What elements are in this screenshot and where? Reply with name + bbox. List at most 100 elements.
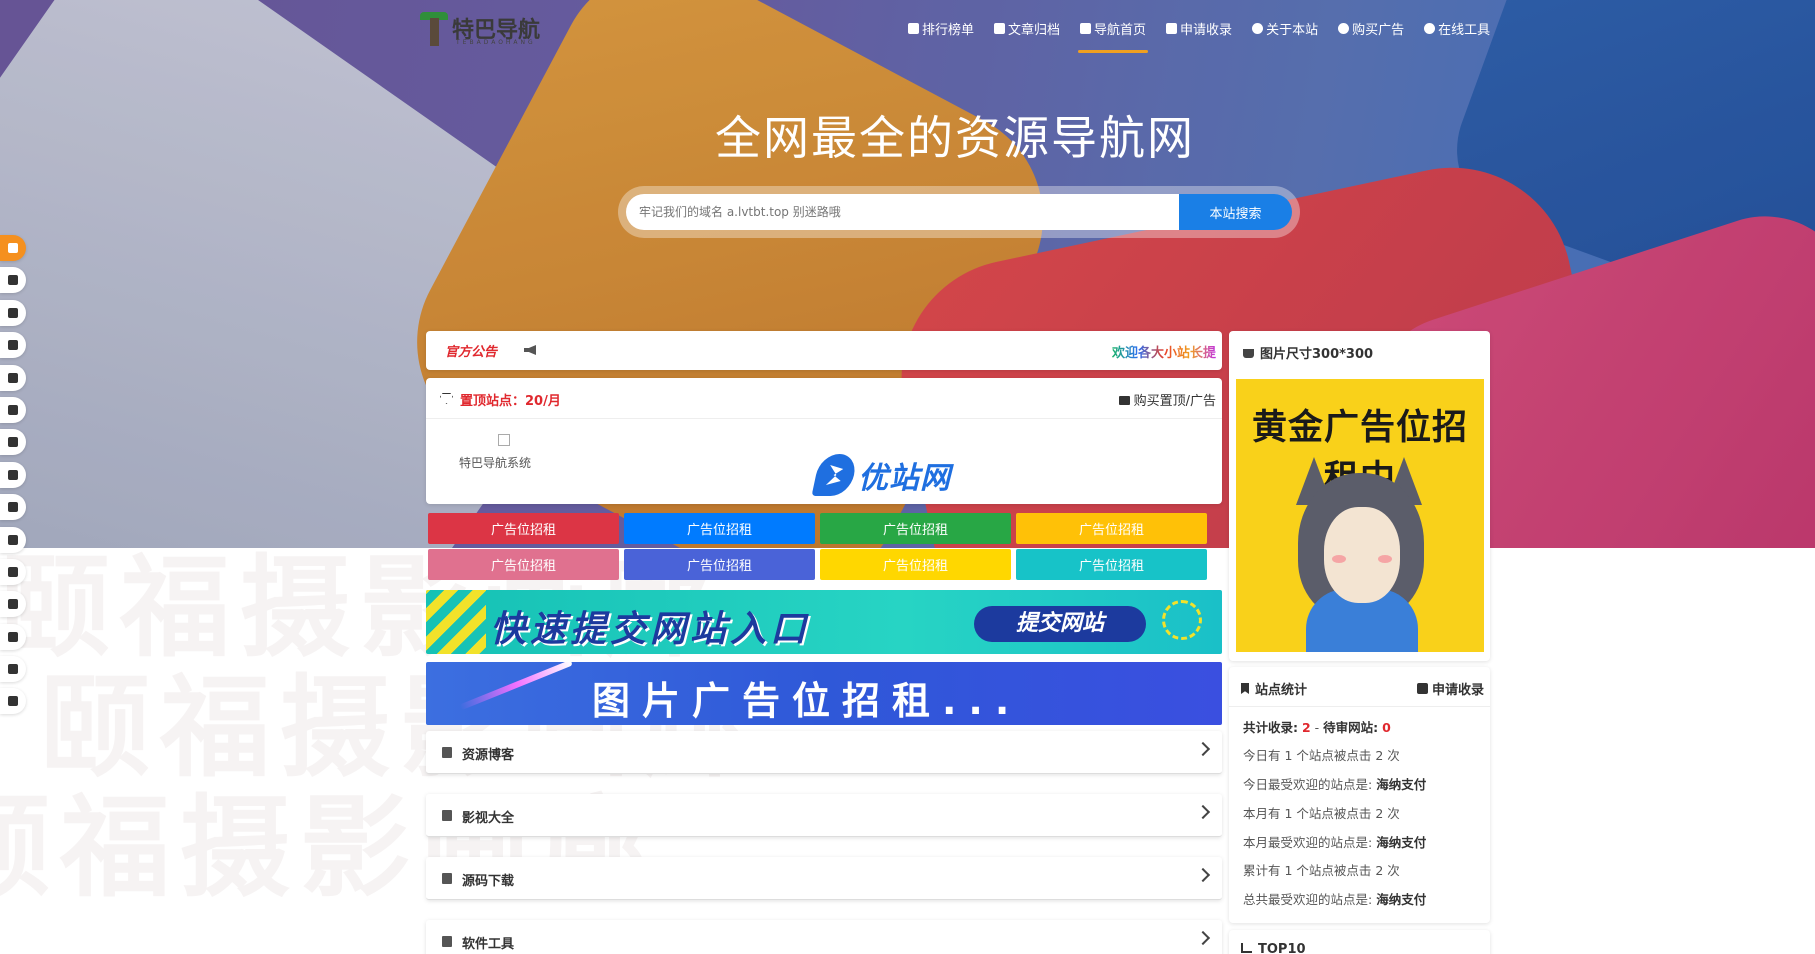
nav-label: 申请收录 bbox=[1180, 22, 1233, 38]
rail-file[interactable] bbox=[0, 299, 26, 326]
ad-slot[interactable]: 广告位招租 bbox=[624, 549, 815, 580]
chevron-right-icon bbox=[1195, 804, 1211, 820]
separator: - bbox=[1314, 720, 1320, 735]
apply-inclusion-label: 申请收录 bbox=[1431, 683, 1484, 698]
popular-site-link[interactable]: 海纳支付 bbox=[1376, 777, 1426, 792]
banner-circle-decoration bbox=[1162, 600, 1202, 640]
nav-item-apply[interactable]: 申请收录 bbox=[1156, 0, 1242, 56]
stats-row: 今日最受欢迎的站点是: 海纳支付 bbox=[1243, 774, 1426, 793]
sidebar-ad-title: 图片尺寸300*300 bbox=[1260, 347, 1374, 362]
edit-icon bbox=[8, 437, 18, 448]
chevron-right-icon bbox=[1195, 930, 1211, 946]
stats-row-text: 累计有 1 个站点被点击 2 次 bbox=[1243, 863, 1400, 878]
popular-site-link[interactable]: 海纳支付 bbox=[1376, 835, 1426, 850]
rail-download[interactable] bbox=[0, 364, 26, 391]
stats-row-text: 总共最受欢迎的站点是: bbox=[1243, 892, 1373, 907]
sidebar-ad-image[interactable]: 黄金广告位招租中 bbox=[1236, 379, 1484, 652]
pending-value: 0 bbox=[1382, 720, 1391, 735]
stats-summary-row: 共计收录: 2 - 待审网站: 0 bbox=[1243, 717, 1391, 736]
top10-card: TOP10 bbox=[1229, 930, 1490, 954]
banner-glow-decoration bbox=[459, 662, 573, 711]
rail-paypal[interactable] bbox=[0, 526, 26, 553]
nav-item-tools[interactable]: 在线工具 bbox=[1414, 0, 1500, 56]
rail-briefcase[interactable] bbox=[0, 558, 26, 585]
apply-inclusion-link[interactable]: 申请收录 bbox=[1416, 679, 1484, 698]
announcement-bar: 官方公告 欢迎各大小站长提 bbox=[426, 331, 1222, 370]
left-floating-rail bbox=[0, 235, 26, 721]
nav-label: 导航首页 bbox=[1094, 22, 1147, 38]
home-icon bbox=[1080, 22, 1092, 34]
rail-address-book[interactable] bbox=[0, 494, 26, 521]
refresh-icon bbox=[8, 631, 18, 642]
file-icon bbox=[8, 307, 18, 318]
nav-label: 购买广告 bbox=[1352, 22, 1405, 38]
nav-item-buy-ad[interactable]: 购买广告 bbox=[1328, 0, 1414, 56]
stats-row-text: 本月最受欢迎的站点是: bbox=[1243, 835, 1373, 850]
rail-leaf[interactable] bbox=[0, 688, 26, 715]
category-movies[interactable]: 影视大全 bbox=[426, 794, 1222, 837]
buy-pinned-link[interactable]: 购买置顶/广告 bbox=[1118, 390, 1216, 409]
nav-item-ranking[interactable]: 排行榜单 bbox=[898, 0, 984, 56]
youzhan-logo-icon bbox=[811, 454, 859, 496]
submit-site-button[interactable]: 提交网站 bbox=[974, 606, 1146, 642]
category-source-code[interactable]: 源码下载 bbox=[426, 857, 1222, 900]
site-logo[interactable]: 特巴导航 TEBADAOHANG bbox=[420, 10, 560, 50]
partner-logo-text: 优站网 bbox=[858, 461, 951, 496]
nav-item-archive[interactable]: 文章归档 bbox=[984, 0, 1070, 56]
category-label: 影视大全 bbox=[462, 811, 515, 826]
hero-title: 全网最全的资源导航网 bbox=[715, 111, 1195, 165]
archive-icon bbox=[994, 22, 1006, 34]
partner-logo-youzhan[interactable]: 优站网 bbox=[811, 452, 951, 498]
image-ad-banner[interactable]: 图片广告位招租... bbox=[426, 662, 1222, 725]
plus-square-icon bbox=[1416, 683, 1428, 694]
site-tile[interactable]: 特巴导航系统 bbox=[450, 434, 540, 471]
logo-subtext: TEBADAOHANG bbox=[456, 39, 536, 46]
top10-title-text: TOP10 bbox=[1258, 942, 1306, 954]
nav-label: 文章归档 bbox=[1008, 22, 1061, 38]
stats-row: 今日有 1 个站点被点击 2 次 bbox=[1243, 745, 1400, 764]
ad-slot[interactable]: 广告位招租 bbox=[1016, 513, 1207, 544]
diamond-icon bbox=[440, 393, 453, 404]
coffee-icon bbox=[1243, 349, 1254, 358]
cart-icon bbox=[1118, 396, 1130, 405]
submit-site-banner[interactable]: 快速提交网站入口 提交网站 bbox=[426, 590, 1222, 654]
image-ad-text: 图片广告位招租... bbox=[592, 679, 1022, 723]
nav-item-home[interactable]: 导航首页 bbox=[1070, 0, 1156, 56]
rail-desktop[interactable] bbox=[0, 396, 26, 423]
rail-cloud-download[interactable] bbox=[0, 332, 26, 359]
rail-book[interactable] bbox=[0, 267, 26, 294]
nav-item-about[interactable]: 关于本站 bbox=[1242, 0, 1328, 56]
book-icon bbox=[442, 747, 452, 758]
rail-send[interactable] bbox=[0, 656, 26, 683]
paypal-icon bbox=[8, 534, 18, 545]
search-button[interactable]: 本站搜索 bbox=[1179, 194, 1292, 230]
banner-stripe-decoration bbox=[426, 590, 486, 654]
ad-slot[interactable]: 广告位招租 bbox=[428, 549, 619, 580]
download-icon bbox=[442, 936, 452, 947]
rail-image[interactable] bbox=[0, 591, 26, 618]
ad-slot[interactable]: 广告位招租 bbox=[428, 513, 619, 544]
pinned-sites-title: 置顶站点：20/月 bbox=[460, 394, 561, 409]
search-input[interactable] bbox=[626, 194, 1179, 230]
total-label: 共计收录: bbox=[1243, 720, 1298, 735]
sidebar-ad-card: 图片尺寸300*300 黄金广告位招租中 bbox=[1229, 331, 1490, 661]
rail-edit[interactable] bbox=[0, 429, 26, 456]
rail-refresh[interactable] bbox=[0, 623, 26, 650]
stats-row: 总共最受欢迎的站点是: 海纳支付 bbox=[1243, 889, 1426, 908]
ranking-icon bbox=[908, 22, 919, 34]
popular-site-link[interactable]: 海纳支付 bbox=[1376, 892, 1426, 907]
ad-slot[interactable]: 广告位招租 bbox=[820, 549, 1011, 580]
ad-slot[interactable]: 广告位招租 bbox=[820, 513, 1011, 544]
category-software[interactable]: 软件工具 bbox=[426, 920, 1222, 954]
rail-music[interactable] bbox=[0, 461, 26, 488]
category-blog[interactable]: 资源博客 bbox=[426, 731, 1222, 774]
site-stats-header: 站点统计 申请收录 bbox=[1229, 667, 1490, 707]
desktop-icon bbox=[8, 404, 18, 415]
image-icon bbox=[8, 599, 18, 610]
ad-slot[interactable]: 广告位招租 bbox=[624, 513, 815, 544]
ad-slot[interactable]: 广告位招租 bbox=[1016, 549, 1207, 580]
logo-icon bbox=[420, 12, 448, 46]
pending-label: 待审网站: bbox=[1323, 720, 1379, 735]
rail-thumbs-up[interactable] bbox=[0, 235, 26, 261]
nav-label: 在线工具 bbox=[1438, 22, 1491, 38]
